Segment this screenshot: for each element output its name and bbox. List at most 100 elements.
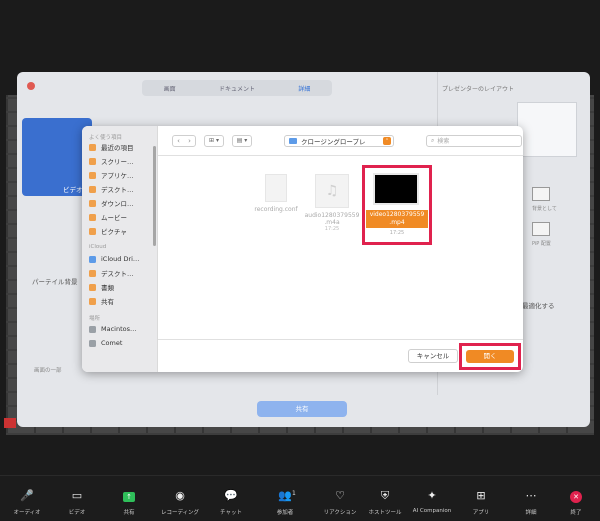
toolbar-end[interactable]: ✕ 終了 — [553, 490, 599, 516]
toolbar-label: アプリ — [472, 510, 490, 516]
sidebar-item[interactable]: ダウンロ… — [82, 196, 157, 210]
toolbar-label: チャット — [220, 510, 242, 516]
cancel-button[interactable]: キャンセル — [408, 349, 458, 363]
file-date: 17:25 — [389, 230, 405, 236]
layout-option-2-label: PiP 配置 — [532, 241, 551, 247]
sidebar-item[interactable]: デスクト… — [82, 182, 157, 196]
close-icon[interactable] — [27, 82, 35, 90]
path-dropdown[interactable]: クロージングロープレ ⌃ — [284, 134, 394, 147]
toolbar-record[interactable]: ◉ レコーディング — [157, 489, 203, 517]
video-icon: ▭ — [71, 489, 83, 502]
tab-basic[interactable]: 画面 — [164, 84, 176, 93]
file-date: 17:25 — [324, 226, 340, 232]
layout-option-2[interactable] — [532, 222, 550, 236]
presenter-layout-label: プレゼンターのレイアウト — [442, 86, 515, 93]
back-button[interactable]: ‹ — [177, 137, 180, 145]
participants-icon: 👥 — [278, 489, 292, 502]
sidebar-item[interactable]: アプリケ… — [82, 168, 157, 182]
desktop-icon — [89, 269, 96, 277]
picker-toolbar: ‹ › ⊞ ▾ ▤ ▾ クロージングロープレ ⌃ ⌕ 検索 — [158, 126, 523, 156]
tab-document[interactable]: ドキュメント — [219, 84, 255, 93]
toolbar-video[interactable]: ▭ ビデオ — [54, 489, 100, 517]
zoom-toolbar: 🎤 オーディオ ▭ ビデオ ↑ 共有 ◉ レコーディング 💬 チャット 👥 1 参加者 ♡ リアクション ⛨ ホ… — [0, 475, 600, 521]
sidebar-item[interactable]: 共有 — [82, 294, 157, 308]
toolbar-more[interactable]: ⋯ 詳細 — [508, 489, 554, 517]
picture-icon — [89, 227, 96, 235]
search-input[interactable]: ⌕ 検索 — [426, 134, 522, 147]
sidebar-item[interactable]: ムービー — [82, 210, 157, 224]
sidebar-item-label: iCloud Dri… — [101, 255, 140, 263]
sidebar-item[interactable]: Macintos… — [82, 322, 157, 336]
sidebar-item[interactable]: 最近の項目 — [82, 140, 157, 154]
sidebar-item-label: Macintos… — [101, 325, 137, 333]
list-view-button[interactable]: ▤ ▾ — [232, 134, 252, 147]
file-item-recording[interactable]: recording.conf — [246, 174, 306, 213]
movie-icon — [89, 213, 96, 221]
tab-advanced[interactable]: 詳細 — [298, 84, 310, 93]
toolbar-chat[interactable]: 💬 チャット — [208, 490, 254, 517]
end-icon: ✕ — [553, 490, 599, 503]
toolbar-label: レコーディング — [160, 510, 200, 516]
sidebar-item-label: ムービー — [101, 214, 127, 222]
path-label: クロージングロープレ — [301, 137, 366, 146]
sidebar-item[interactable]: 書類 — [82, 280, 157, 294]
toolbar-shield[interactable]: ⛨ ホストツール — [362, 490, 408, 517]
sidebar-item[interactable]: デスクト… — [82, 266, 157, 280]
layout-option-1[interactable] — [532, 187, 550, 201]
clock-icon — [89, 143, 96, 151]
sidebar-item-label: スクリー… — [101, 158, 134, 166]
more-icon: ⋯ — [525, 489, 537, 502]
mic-off-icon: 🎤 — [20, 489, 34, 502]
video-thumbnail — [373, 173, 419, 205]
sparkle-icon: ✦ — [427, 489, 437, 502]
toolbar-label: 共有 — [123, 510, 135, 516]
screen-portion-label: 画面の一部 — [34, 368, 62, 374]
toolbar-participants[interactable]: 👥 1 参加者 — [262, 489, 308, 517]
folder-icon — [89, 157, 96, 165]
sidebar-item[interactable]: Comet — [82, 336, 157, 350]
layout-option-1-label: 背景として — [532, 206, 557, 212]
nav-buttons: ‹ › — [172, 134, 196, 147]
toolbar-sparkle[interactable]: ✦ AI Companion — [409, 489, 455, 515]
file-name: recording.conf — [254, 206, 298, 213]
toolbar-label: ホストツール — [368, 510, 402, 516]
disk-icon — [89, 339, 96, 347]
search-icon: ⌕ — [431, 136, 435, 144]
sidebar-scrollbar[interactable] — [153, 146, 156, 246]
forward-button[interactable]: › — [188, 137, 191, 145]
icloud-header: iCloud — [89, 244, 107, 250]
chevron-down-icon: ⌃ — [383, 136, 391, 145]
toolbar-share-screen[interactable]: ↑ 共有 — [106, 490, 152, 516]
toolbar-apps[interactable]: ⊞ アプリ — [458, 490, 504, 517]
sidebar-item[interactable]: ピクチャ — [82, 224, 157, 238]
file-item-audio[interactable]: ♫ audio1280379559 .m4a 17:25 — [302, 174, 362, 232]
optimize-label: 最適化する — [522, 302, 555, 310]
toolbar-label: リアクション — [323, 510, 357, 516]
file-item-video-selected[interactable]: video1280379559 .mp4 17:25 — [362, 165, 432, 245]
folder-icon — [289, 137, 297, 144]
toolbar-mic-off[interactable]: 🎤 オーディオ — [4, 489, 50, 517]
grid-view-button[interactable]: ⊞ ▾ — [204, 134, 224, 147]
toolbar-label: 詳細 — [525, 510, 537, 516]
desktop-icon — [89, 185, 96, 193]
presenter-thumbnail[interactable] — [517, 102, 577, 157]
share-tabs: 画面 ドキュメント 詳細 — [142, 80, 332, 96]
sidebar-item-label: ピクチャ — [101, 228, 127, 236]
participant-count: 1 — [292, 490, 296, 497]
sidebar-item[interactable]: スクリー… — [82, 154, 157, 168]
toolbar-heart[interactable]: ♡ リアクション — [317, 489, 363, 517]
share-button[interactable]: 共有 — [257, 401, 347, 417]
open-button-highlight: 開く — [459, 343, 521, 370]
toolbar-label: AI Companion — [412, 508, 452, 514]
heart-icon: ♡ — [335, 489, 345, 502]
open-button[interactable]: 開く — [466, 350, 514, 363]
partial-background-label: パーテイル背景 — [32, 278, 78, 286]
document-icon — [89, 283, 96, 291]
document-icon — [265, 174, 287, 202]
file-name: video1280379559 .mp4 — [366, 210, 428, 228]
file-picker-dialog: よく使う項目 最近の項目 スクリー… アプリケ… デスクト… ダウンロ… ムービー ピクチャ… — [82, 126, 523, 372]
sidebar-item[interactable]: iCloud Dri… — [82, 252, 157, 266]
search-placeholder: 検索 — [437, 138, 450, 145]
record-icon: ◉ — [175, 489, 185, 502]
audio-file-icon: ♫ — [315, 174, 349, 208]
